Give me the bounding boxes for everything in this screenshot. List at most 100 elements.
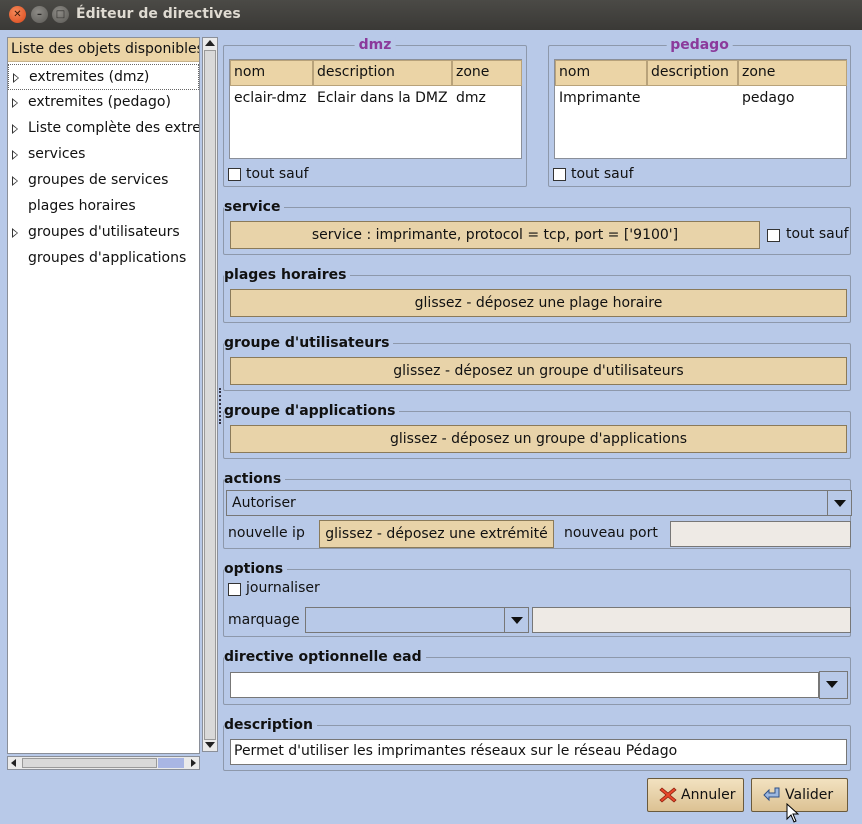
expander-arrow-icon[interactable] — [12, 228, 18, 238]
service-tout-sauf-checkbox[interactable] — [767, 229, 780, 242]
maximize-window-icon[interactable]: □ — [52, 6, 69, 23]
tree-item-label: groupes de services — [28, 172, 169, 188]
title-bar: ✕ – □ Éditeur de directives — [0, 0, 862, 30]
tree-item-label: extremites (dmz) — [29, 69, 150, 85]
source-tout-sauf-label: tout sauf — [246, 166, 309, 182]
dropdown-arrow-icon[interactable] — [504, 608, 528, 632]
directive-ead-input[interactable] — [230, 672, 819, 698]
journaliser-label: journaliser — [246, 580, 320, 596]
scrollbar-thumb[interactable] — [22, 758, 157, 768]
dropdown-arrow-icon[interactable] — [820, 672, 847, 698]
scrollbar-thumb-highlight — [158, 758, 184, 768]
tree-item-label: services — [28, 146, 86, 162]
groupe-utilisateurs-section-title: groupe d'utilisateurs — [224, 335, 394, 351]
cancel-button-label: Annuler — [681, 787, 736, 803]
table-header: nom description zone — [555, 60, 847, 86]
expander-arrow-icon[interactable] — [12, 176, 18, 186]
destination-tout-sauf-checkbox[interactable] — [553, 168, 566, 181]
marquage-select[interactable] — [305, 607, 529, 633]
nouveau-port-label: nouveau port — [564, 525, 658, 541]
nouveau-port-input[interactable] — [670, 521, 851, 547]
description-section-title: description — [224, 717, 317, 733]
source-table[interactable]: nom description zone eclair-dmz Eclair d… — [229, 59, 522, 159]
tree-item-label: extremites (pedago) — [28, 94, 171, 110]
directive-ead-dropdown[interactable] — [819, 671, 848, 699]
cell-zone: pedago — [742, 90, 795, 106]
service-section-title: service — [224, 199, 285, 215]
plage-horaire-drop-button[interactable]: glissez - déposez une plage horaire — [230, 289, 847, 317]
scroll-down-arrow-icon[interactable] — [205, 742, 215, 748]
ok-button-label: Valider — [785, 787, 834, 803]
tree-item-liste-complete[interactable]: Liste complète des extremites — [8, 116, 199, 142]
column-header-description[interactable]: description — [647, 60, 738, 86]
objects-tree[interactable]: Liste des objets disponibles extremites … — [7, 37, 200, 754]
cell-description — [647, 90, 738, 106]
column-header-nom[interactable]: nom — [555, 60, 647, 86]
cancel-x-icon — [659, 787, 677, 803]
service-drop-button[interactable]: service : imprimante, protocol = tcp, po… — [230, 221, 760, 249]
cell-description: Eclair dans la DMZ — [317, 90, 448, 106]
dropdown-arrow-icon[interactable] — [827, 491, 851, 515]
destination-zone-title: pedago — [666, 37, 733, 53]
marquage-label: marquage — [228, 612, 300, 628]
window-title: Éditeur de directives — [76, 6, 241, 22]
tree-item-label: Liste complète des extremites — [28, 120, 199, 136]
tree-item-label: groupes d'utilisateurs — [28, 224, 180, 240]
description-value: Permet d'utiliser les imprimantes réseau… — [234, 743, 678, 759]
return-arrow-icon — [763, 787, 780, 802]
groupe-applications-section-title: groupe d'applications — [224, 403, 400, 419]
action-select[interactable]: Autoriser — [226, 490, 852, 516]
tree-item-groupes-utilisateurs[interactable]: groupes d'utilisateurs — [8, 220, 199, 246]
description-input[interactable]: Permet d'utiliser les imprimantes réseau… — [230, 739, 847, 765]
scroll-up-arrow-icon[interactable] — [205, 40, 215, 46]
marquage-input[interactable] — [532, 607, 851, 633]
source-zone-title: dmz — [354, 37, 396, 53]
table-row[interactable]: eclair-dmz Eclair dans la DMZ dmz — [230, 90, 522, 106]
expander-arrow-icon[interactable] — [12, 124, 18, 134]
close-window-icon[interactable]: ✕ — [9, 6, 26, 23]
journaliser-checkbox[interactable] — [228, 583, 241, 596]
destination-table[interactable]: nom description zone Imprimante pedago — [554, 59, 847, 159]
tree-item-plages-horaires[interactable]: plages horaires — [8, 194, 199, 220]
column-header-zone[interactable]: zone — [452, 60, 522, 86]
tree-item-label: plages horaires — [28, 198, 136, 214]
column-header-nom[interactable]: nom — [230, 60, 313, 86]
groupe-applications-drop-button[interactable]: glissez - déposez un groupe d'applicatio… — [230, 425, 847, 453]
scrollbar-thumb[interactable] — [204, 50, 216, 740]
source-tout-sauf-checkbox[interactable] — [228, 168, 241, 181]
scroll-left-arrow-icon[interactable] — [11, 759, 16, 767]
minimize-window-icon[interactable]: – — [31, 6, 48, 23]
options-section-title: options — [224, 561, 288, 577]
tree-item-extremites-pedago[interactable]: extremites (pedago) — [8, 90, 199, 116]
cancel-button[interactable]: Annuler — [647, 778, 744, 812]
tree-vertical-scrollbar[interactable] — [202, 37, 218, 752]
nouvelle-ip-drop-button[interactable]: glissez - déposez une extrémité — [319, 520, 554, 548]
table-row[interactable]: Imprimante pedago — [555, 90, 847, 106]
action-selected-value: Autoriser — [232, 495, 296, 511]
directive-ead-section-title: directive optionnelle ead — [224, 649, 426, 665]
column-header-zone[interactable]: zone — [738, 60, 847, 86]
tree-item-groupes-services[interactable]: groupes de services — [8, 168, 199, 194]
tree-item-services[interactable]: services — [8, 142, 199, 168]
scroll-right-arrow-icon[interactable] — [191, 759, 196, 767]
expander-arrow-icon[interactable] — [12, 150, 18, 160]
tree-item-groupes-applications[interactable]: groupes d'applications — [8, 246, 199, 272]
cell-nom: Imprimante — [559, 90, 641, 106]
cell-zone: dmz — [456, 90, 486, 106]
destination-tout-sauf-label: tout sauf — [571, 166, 634, 182]
nouvelle-ip-label: nouvelle ip — [228, 525, 305, 541]
mouse-cursor-icon — [786, 803, 800, 823]
tree-horizontal-scrollbar[interactable] — [7, 756, 200, 770]
cell-nom: eclair-dmz — [234, 90, 307, 106]
table-header: nom description zone — [230, 60, 522, 86]
column-header-description[interactable]: description — [313, 60, 452, 86]
tree-item-label: groupes d'applications — [28, 250, 187, 266]
pane-splitter-handle[interactable] — [219, 388, 222, 424]
service-tout-sauf-label: tout sauf — [786, 226, 849, 242]
objects-tree-header[interactable]: Liste des objets disponibles — [8, 38, 199, 62]
expander-arrow-icon[interactable] — [13, 73, 19, 83]
actions-section-title: actions — [224, 471, 286, 487]
expander-arrow-icon[interactable] — [12, 98, 18, 108]
tree-item-extremites-dmz[interactable]: extremites (dmz) — [8, 64, 199, 90]
groupe-utilisateurs-drop-button[interactable]: glissez - déposez un groupe d'utilisateu… — [230, 357, 847, 385]
